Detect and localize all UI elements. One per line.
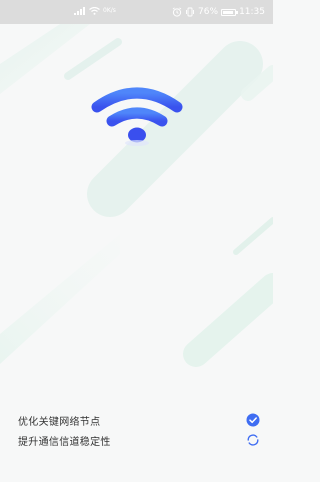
vibrate-icon (186, 7, 194, 17)
status-bar-left: 0K/s (74, 7, 116, 15)
optimization-screen: 0K/s 76% 11:35 优化关键网络节点 提升通信信道稳定性 (0, 0, 273, 482)
battery-percent: 76% (198, 7, 219, 17)
list-item: 提升通信信道稳定性 (18, 430, 260, 450)
signal-icon (74, 7, 85, 15)
alarm-icon (172, 7, 182, 17)
wifi-outer-arc (91, 87, 183, 113)
wifi-icon (89, 7, 100, 15)
status-bar-right: 76% 11:35 (172, 5, 265, 19)
status-bar: 0K/s 76% 11:35 (0, 0, 273, 24)
wifi-middle-arc (106, 107, 168, 127)
list-item: 优化关键网络节点 (18, 410, 260, 430)
checklist-item-label: 提升通信信道稳定性 (18, 436, 111, 448)
battery-icon (221, 8, 239, 16)
clock-time: 11:35 (239, 7, 265, 17)
battery-level (223, 10, 233, 14)
network-speed: 0K/s (103, 7, 116, 14)
wifi-signal-icon (91, 87, 183, 146)
checklist-item-label: 优化关键网络节点 (18, 416, 101, 428)
check-circle-icon (246, 413, 260, 427)
loading-spinner-icon (247, 434, 259, 446)
optimization-checklist: 优化关键网络节点 提升通信信道稳定性 (18, 410, 260, 450)
